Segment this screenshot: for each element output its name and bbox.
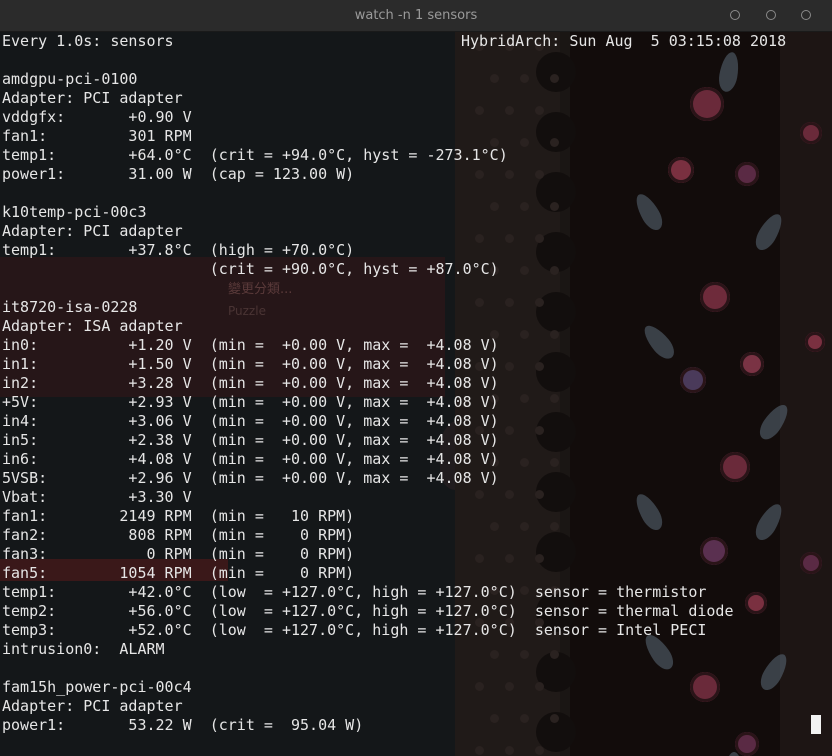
close-button[interactable]	[801, 10, 811, 20]
terminal-line: temp1: +37.8°C (high = +70.0°C)	[2, 241, 355, 259]
terminal-line: fam15h_power-pci-00c4	[2, 678, 192, 696]
terminal-area[interactable]: 變更分類... Puzzle Every 1.0s: sensors Hybri…	[0, 32, 832, 756]
terminal-line: power1: 53.22 W (crit = 95.04 W)	[2, 716, 364, 734]
terminal-line: k10temp-pci-00c3	[2, 203, 147, 221]
terminal-line: in5: +2.38 V (min = +0.00 V, max = +4.08…	[2, 431, 499, 449]
sensors-output: amdgpu-pci-0100 Adapter: PCI adapter vddgf…	[2, 51, 734, 735]
terminal-line: power1: 31.00 W (cap = 123.00 W)	[2, 165, 355, 183]
terminal-line: vddgfx: +0.90 V	[2, 108, 192, 126]
maximize-button[interactable]	[766, 10, 776, 20]
terminal-line: temp3: +52.0°C (low = +127.0°C, high = +…	[2, 621, 707, 639]
terminal-line: in1: +1.50 V (min = +0.00 V, max = +4.08…	[2, 355, 499, 373]
terminal-line: intrusion0: ALARM	[2, 640, 165, 658]
terminal-line: Adapter: PCI adapter	[2, 222, 183, 240]
terminal-line: fan2: 808 RPM (min = 0 RPM)	[2, 526, 355, 544]
terminal-line: Adapter: PCI adapter	[2, 697, 183, 715]
terminal-line: Adapter: PCI adapter	[2, 89, 183, 107]
terminal-line: +5V: +2.93 V (min = +0.00 V, max = +4.08…	[2, 393, 499, 411]
terminal-line: fan1: 2149 RPM (min = 10 RPM)	[2, 507, 355, 525]
terminal-line: in2: +3.28 V (min = +0.00 V, max = +4.08…	[2, 374, 499, 392]
terminal-line: 5VSB: +2.96 V (min = +0.00 V, max = +4.0…	[2, 469, 499, 487]
window-title: watch -n 1 sensors	[354, 8, 478, 23]
terminal-line: fan1: 301 RPM	[2, 127, 192, 145]
window-titlebar[interactable]: watch -n 1 sensors	[0, 0, 832, 32]
terminal-line: amdgpu-pci-0100	[2, 70, 138, 88]
watch-host-timestamp: HybridArch: Sun Aug 5 03:15:08 2018	[461, 32, 787, 50]
minimize-button[interactable]	[730, 10, 740, 20]
terminal-output: Every 1.0s: sensors HybridArch: Sun Aug …	[0, 32, 832, 756]
terminal-line: temp1: +42.0°C (low = +127.0°C, high = +…	[2, 583, 707, 601]
terminal-line: fan3: 0 RPM (min = 0 RPM)	[2, 545, 355, 563]
terminal-line: Vbat: +3.30 V	[2, 488, 192, 506]
terminal-line: in4: +3.06 V (min = +0.00 V, max = +4.08…	[2, 412, 499, 430]
terminal-line: fan5: 1054 RPM (min = 0 RPM)	[2, 564, 355, 582]
terminal-line: it8720-isa-0228	[2, 298, 138, 316]
terminal-line: temp2: +56.0°C (low = +127.0°C, high = +…	[2, 602, 734, 620]
terminal-cursor	[811, 715, 821, 734]
watch-interval-text: Every 1.0s: sensors	[2, 32, 174, 50]
terminal-line: temp1: +64.0°C (crit = +94.0°C, hyst = -…	[2, 146, 508, 164]
terminal-line: Adapter: ISA adapter	[2, 317, 183, 335]
terminal-line: in0: +1.20 V (min = +0.00 V, max = +4.08…	[2, 336, 499, 354]
terminal-line: (crit = +90.0°C, hyst = +87.0°C)	[2, 260, 499, 278]
terminal-line: in6: +4.08 V (min = +0.00 V, max = +4.08…	[2, 450, 499, 468]
